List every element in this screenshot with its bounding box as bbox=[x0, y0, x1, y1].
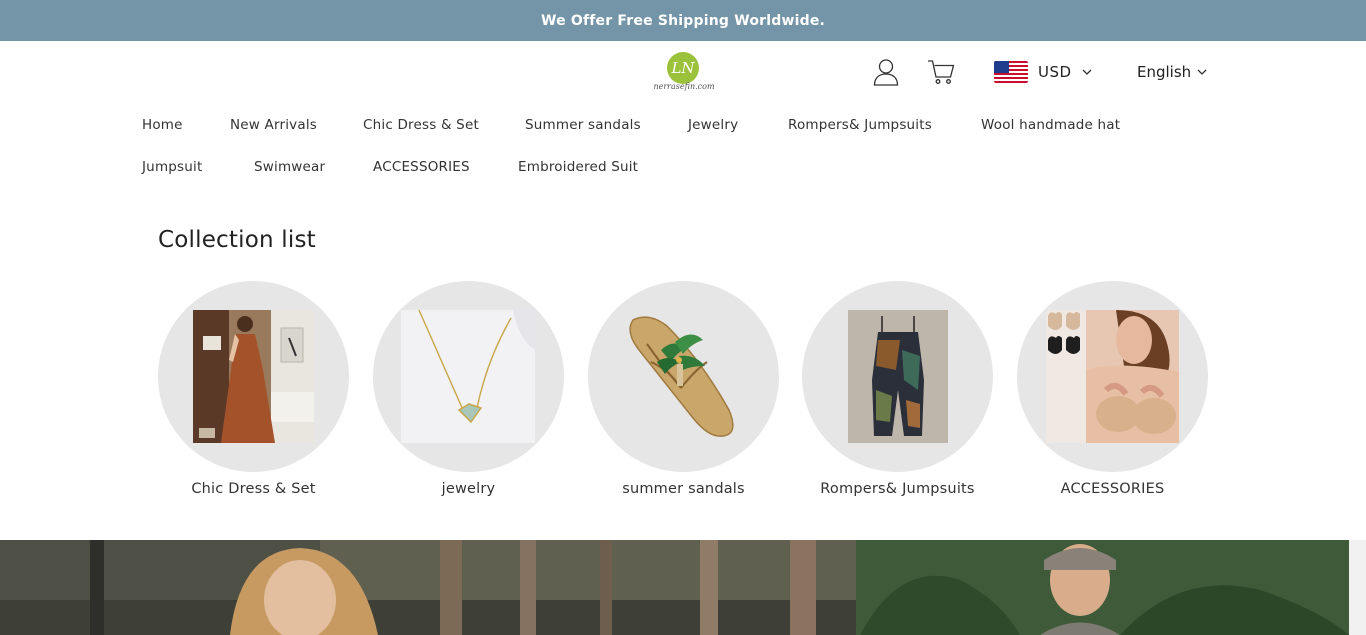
collection-circle bbox=[802, 281, 993, 472]
nav-item-jumpsuit[interactable]: Jumpsuit bbox=[142, 159, 203, 175]
language-label: English bbox=[1137, 63, 1192, 81]
nav-item-embroidered-suit[interactable]: Embroidered Suit bbox=[518, 159, 638, 175]
collection-label: Rompers& Jumpsuits bbox=[820, 481, 975, 497]
collection-circle bbox=[1017, 281, 1208, 472]
user-icon bbox=[873, 59, 899, 86]
nav-item-chic-dress-set[interactable]: Chic Dress & Set bbox=[363, 117, 479, 133]
dress-image bbox=[193, 310, 314, 443]
site-logo[interactable]: LN nerrasefin.com bbox=[651, 51, 717, 95]
collection-label: ACCESSORIES bbox=[1060, 481, 1165, 497]
jumpsuit-image bbox=[848, 310, 948, 443]
currency-selector[interactable]: USD bbox=[994, 59, 1092, 85]
collection-item-rompers-jumpsuits[interactable]: Rompers& Jumpsuits bbox=[802, 281, 993, 497]
us-flag-icon bbox=[994, 61, 1028, 83]
sandal-image bbox=[629, 316, 734, 437]
collection-circle bbox=[158, 281, 349, 472]
site-header: LN nerrasefin.com USD English bbox=[0, 41, 1366, 103]
cart-icon bbox=[928, 60, 955, 84]
accessories-image bbox=[1046, 310, 1179, 443]
collection-item-accessories[interactable]: ACCESSORIES bbox=[1017, 281, 1208, 497]
collection-title: Collection list bbox=[158, 227, 316, 253]
nav-item-swimwear[interactable]: Swimwear bbox=[254, 159, 325, 175]
collection-item-chic-dress-set[interactable]: Chic Dress & Set bbox=[158, 281, 349, 497]
nav-item-jewelry[interactable]: Jewelry bbox=[688, 117, 738, 133]
logo-text: nerrasefin.com bbox=[653, 82, 715, 91]
account-button[interactable] bbox=[872, 57, 900, 87]
cart-button[interactable] bbox=[927, 57, 955, 87]
page-scrollbar[interactable] bbox=[1349, 540, 1366, 635]
banner-image bbox=[0, 540, 1349, 635]
chevron-down-icon bbox=[1197, 69, 1207, 75]
announcement-bar: We Offer Free Shipping Worldwide. bbox=[0, 0, 1366, 41]
collection-label: Chic Dress & Set bbox=[191, 481, 316, 497]
logo-monogram: LN bbox=[667, 52, 699, 84]
hero-banner[interactable] bbox=[0, 540, 1349, 635]
collection-item-summer-sandals[interactable]: summer sandals bbox=[588, 281, 779, 497]
nav-item-home[interactable]: Home bbox=[142, 117, 183, 133]
necklace-image bbox=[401, 310, 535, 443]
nav-item-wool-handmade-hat[interactable]: Wool handmade hat bbox=[981, 117, 1120, 133]
main-nav: Home New Arrivals Chic Dress & Set Summe… bbox=[0, 103, 1366, 189]
nav-item-summer-sandals[interactable]: Summer sandals bbox=[525, 117, 641, 133]
collection-label: jewelry bbox=[441, 481, 496, 497]
collection-circle bbox=[373, 281, 564, 472]
currency-label: USD bbox=[1038, 63, 1072, 81]
collection-item-jewelry[interactable]: jewelry bbox=[373, 281, 564, 497]
language-selector[interactable]: English bbox=[1137, 59, 1207, 85]
nav-item-new-arrivals[interactable]: New Arrivals bbox=[230, 117, 317, 133]
announcement-text: We Offer Free Shipping Worldwide. bbox=[540, 12, 826, 29]
collection-circle bbox=[588, 281, 779, 472]
nav-item-rompers-jumpsuits[interactable]: Rompers& Jumpsuits bbox=[788, 117, 932, 133]
nav-item-accessories[interactable]: ACCESSORIES bbox=[373, 159, 470, 175]
chevron-down-icon bbox=[1082, 69, 1092, 75]
